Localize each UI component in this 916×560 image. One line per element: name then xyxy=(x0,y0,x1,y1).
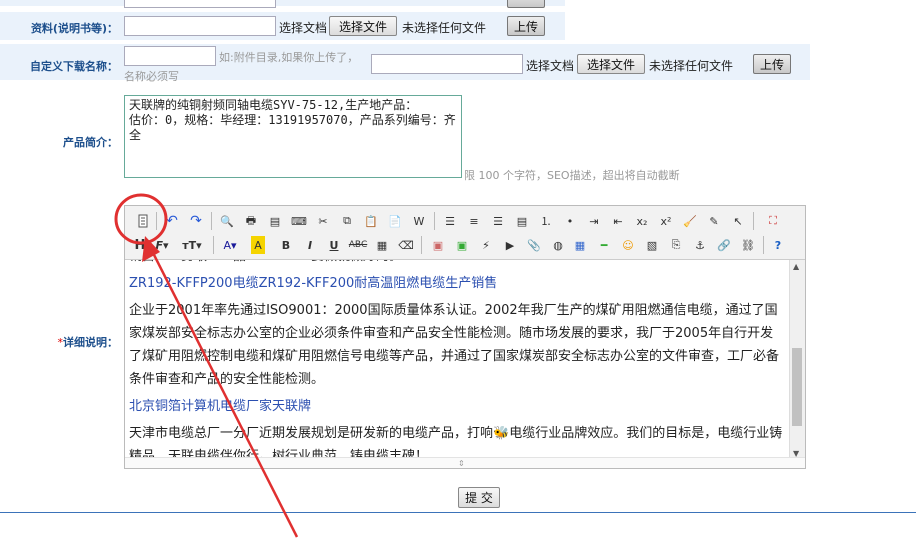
annotation-arrow-shaft xyxy=(146,242,299,538)
annotation-overlay xyxy=(114,193,299,538)
annotation-circle xyxy=(114,193,168,245)
